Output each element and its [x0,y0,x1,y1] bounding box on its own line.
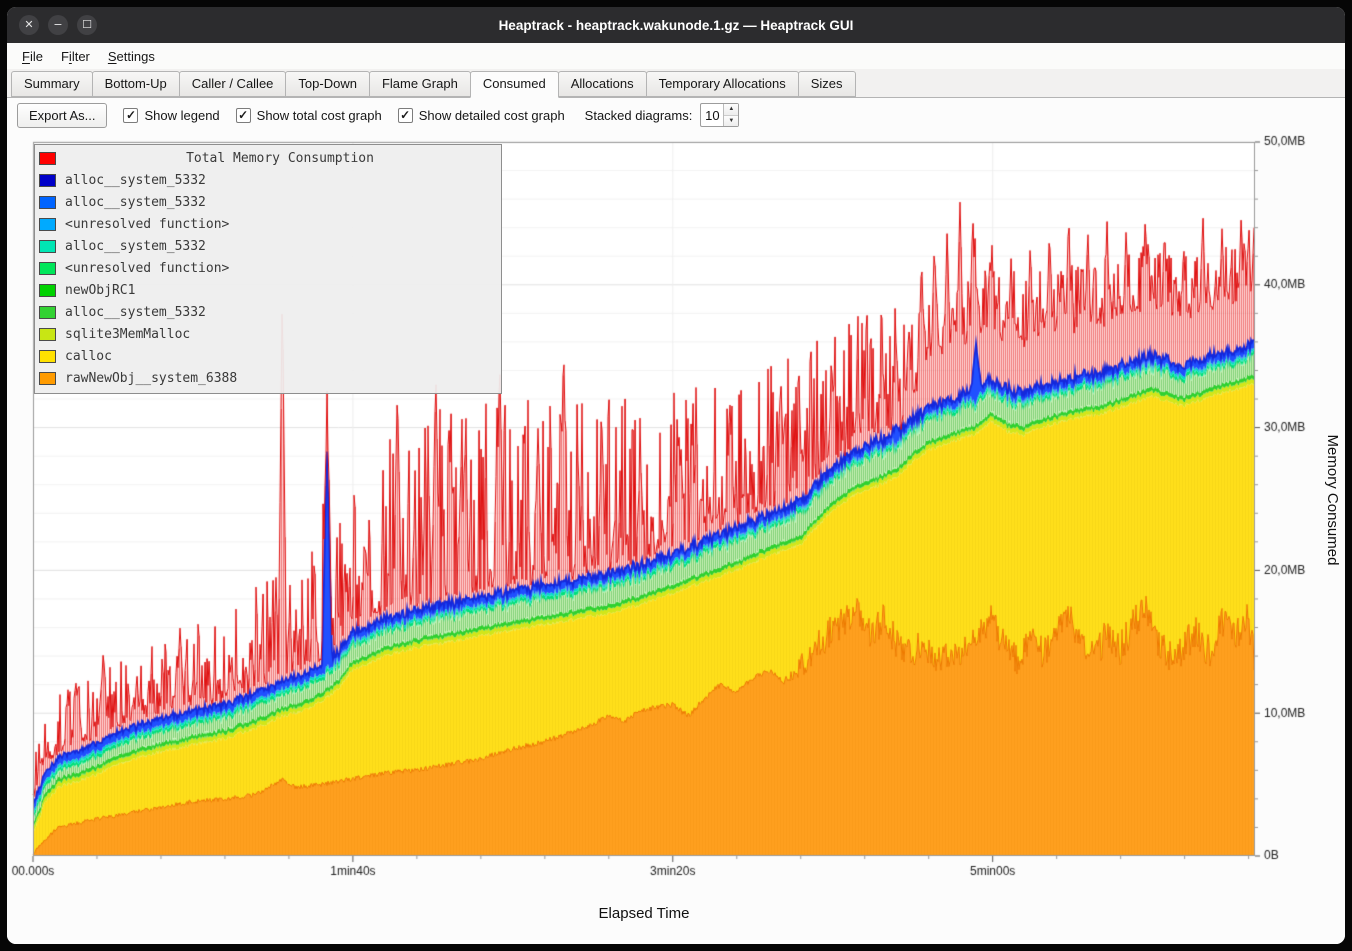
spinner-buttons: ▲ ▼ [723,104,738,126]
stacked-diagrams-label: Stacked diagrams: [585,108,693,123]
legend-item-swatch [39,174,56,187]
maximize-button[interactable]: ☐ [77,15,97,35]
legend-item-label: alloc__system_5332 [65,173,206,188]
legend-item-swatch [39,240,56,253]
legend-item: newObjRC1 [39,279,495,301]
tabbar: SummaryBottom-UpCaller / CalleeTop-DownF… [7,69,1345,98]
checkbox[interactable]: ✓ Show legend [123,108,219,123]
legend-item-label: alloc__system_5332 [65,305,206,320]
legend-item-label: <unresolved function> [65,261,229,276]
legend-item: <unresolved function> [39,257,495,279]
window-title: Heaptrack - heaptrack.wakunode.1.gz — He… [7,18,1345,33]
checkbox-label: Show detailed cost graph [419,108,565,123]
legend-item-swatch [39,350,56,363]
legend-item-label: sqlite3MemMalloc [65,327,190,342]
tab[interactable]: Caller / Callee [179,71,287,97]
checkbox-box[interactable]: ✓ [123,108,138,123]
chart-pane: Total Memory Consumption alloc__system_5… [7,132,1345,944]
close-button[interactable]: ✕ [19,15,39,35]
chevron-up-icon: ▲ [728,106,734,112]
legend-item: <unresolved function> [39,213,495,235]
x-axis-title: Elapsed Time [33,905,1255,922]
tab[interactable]: Allocations [558,71,647,97]
window-controls: ✕ − ☐ [19,7,97,43]
legend-item-label: <unresolved function> [65,217,229,232]
close-icon: ✕ [24,15,33,35]
legend-item-swatch [39,372,56,385]
menubar: FileFilterSettings [7,43,1345,69]
menu-item[interactable]: File [13,46,52,67]
checkbox[interactable]: ✓ Show detailed cost graph [398,108,565,123]
legend-title: Total Memory Consumption [65,151,495,166]
legend-item-swatch [39,218,56,231]
legend-item: sqlite3MemMalloc [39,323,495,345]
checkbox-label: Show legend [144,108,219,123]
spinner-down-button[interactable]: ▼ [724,116,738,127]
legend-item-label: rawNewObj__system_6388 [65,371,237,386]
minimize-icon: − [53,15,62,35]
toolbar: Export As... ✓ Show legend ✓ Show total … [7,98,1345,132]
tab[interactable]: Temporary Allocations [646,71,799,97]
legend-item: rawNewObj__system_6388 [39,367,495,389]
tab[interactable]: Flame Graph [369,71,471,97]
tab[interactable]: Bottom-Up [92,71,180,97]
checkbox[interactable]: ✓ Show total cost graph [236,108,382,123]
chart-legend: Total Memory Consumption alloc__system_5… [34,144,502,394]
legend-item: calloc [39,345,495,367]
checkbox-box[interactable]: ✓ [398,108,413,123]
legend-item: alloc__system_5332 [39,301,495,323]
checkbox-label: Show total cost graph [257,108,382,123]
titlebar: ✕ − ☐ Heaptrack - heaptrack.wakunode.1.g… [7,7,1345,43]
checkbox-box[interactable]: ✓ [236,108,251,123]
legend-items: alloc__system_5332 alloc__system_5332 <u… [39,169,495,389]
tab[interactable]: Top-Down [285,71,370,97]
legend-item: alloc__system_5332 [39,191,495,213]
legend-title-row: Total Memory Consumption [39,147,495,169]
app-window: ✕ − ☐ Heaptrack - heaptrack.wakunode.1.g… [7,7,1345,944]
maximize-icon: ☐ [82,15,92,35]
chevron-down-icon: ▼ [728,118,734,124]
tab[interactable]: Consumed [470,71,559,98]
toolbar-checkboxes: ✓ Show legend ✓ Show total cost graph ✓ … [123,108,564,123]
legend-item: alloc__system_5332 [39,169,495,191]
y-axis-title: Memory Consumed [1324,435,1341,566]
export-as-button[interactable]: Export As... [17,103,107,128]
stacked-diagrams-spinner[interactable]: 10 ▲ ▼ [700,103,739,127]
legend-title-swatch [39,152,56,165]
spinner-up-button[interactable]: ▲ [724,104,738,116]
tab[interactable]: Summary [11,71,93,97]
check-icon: ✓ [400,109,410,121]
legend-item-swatch [39,284,56,297]
check-icon: ✓ [238,109,248,121]
check-icon: ✓ [126,109,136,121]
legend-item: alloc__system_5332 [39,235,495,257]
legend-item-label: newObjRC1 [65,283,135,298]
menu-item[interactable]: Settings [99,46,164,67]
legend-item-label: alloc__system_5332 [65,195,206,210]
legend-item-swatch [39,306,56,319]
menu-item[interactable]: Filter [52,46,99,67]
spinner-value: 10 [701,104,723,126]
tab[interactable]: Sizes [798,71,856,97]
legend-item-swatch [39,262,56,275]
minimize-button[interactable]: − [48,15,68,35]
legend-item-swatch [39,196,56,209]
legend-item-label: alloc__system_5332 [65,239,206,254]
legend-item-swatch [39,328,56,341]
legend-item-label: calloc [65,349,112,364]
